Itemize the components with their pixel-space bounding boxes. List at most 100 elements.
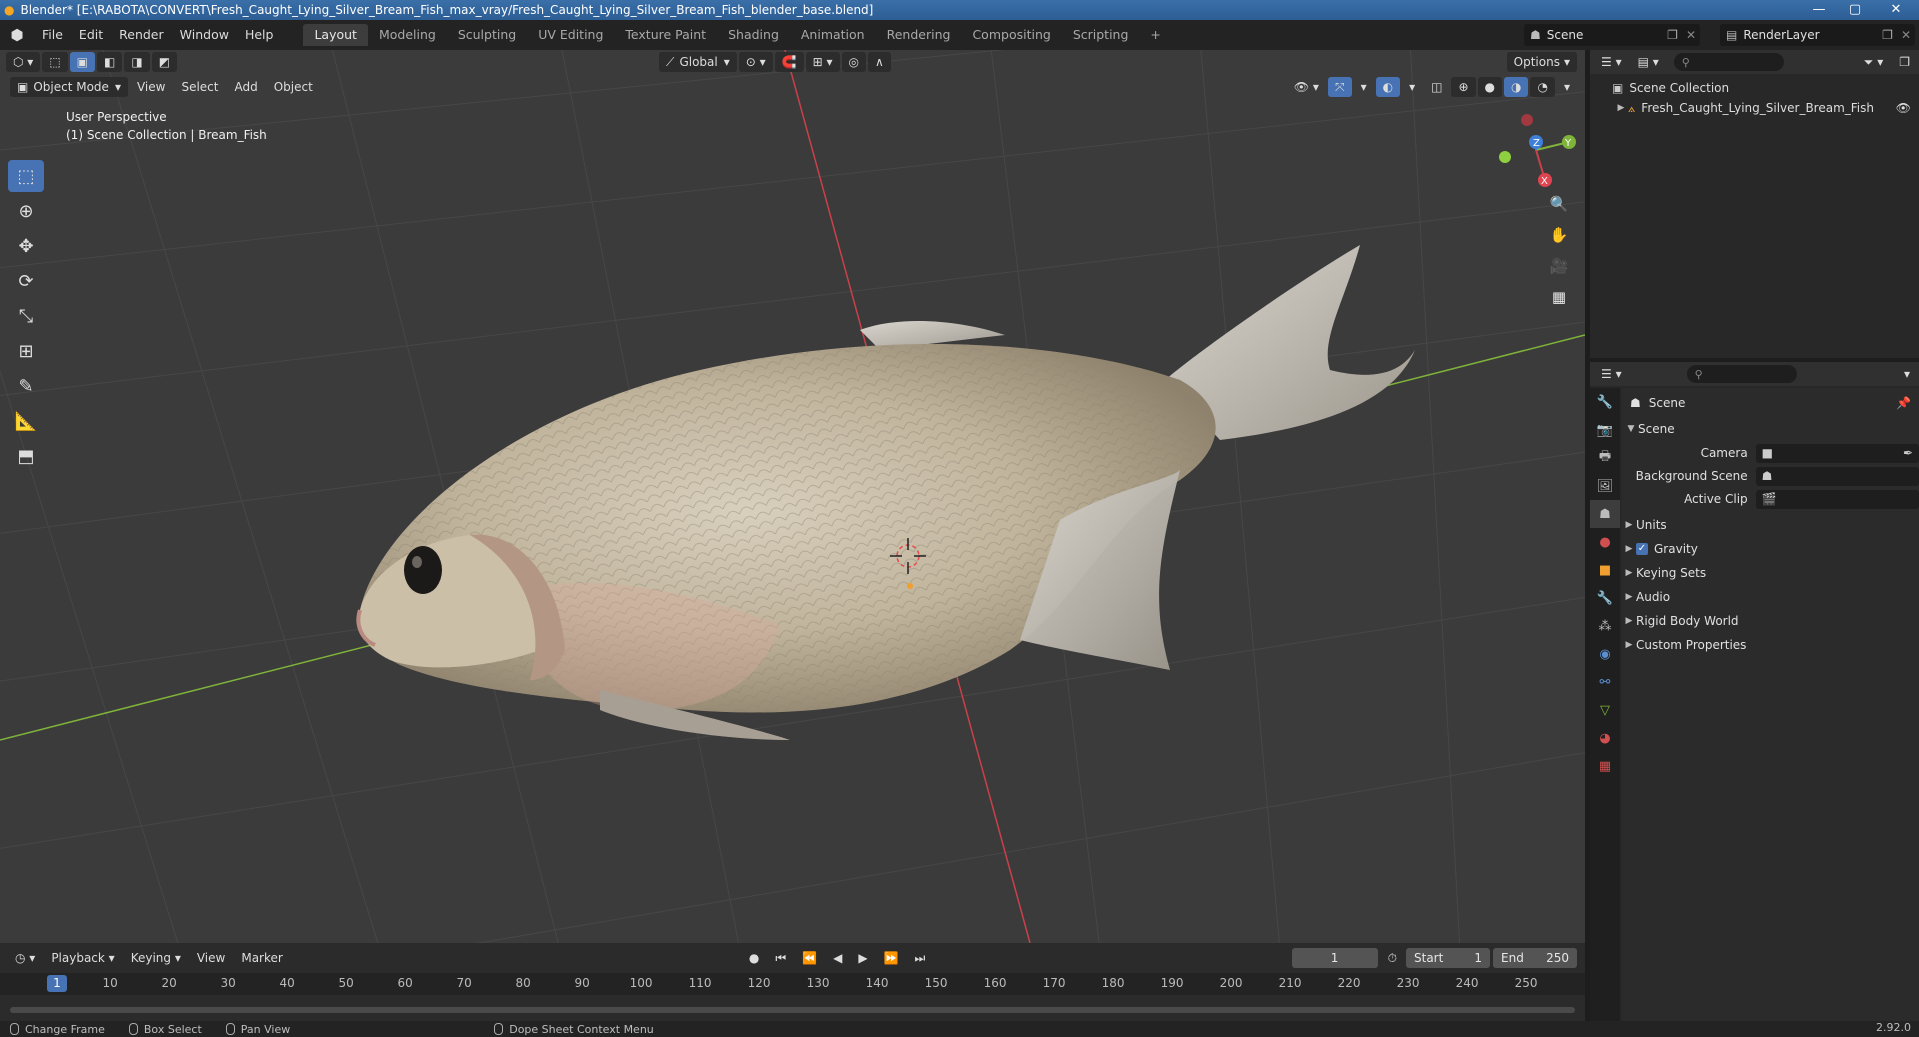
- menu-keying[interactable]: Keying ▾: [124, 948, 188, 968]
- gravity-panel-header[interactable]: ▶ ✓ Gravity: [1622, 538, 1919, 560]
- select-tool-icon[interactable]: ⬚: [42, 52, 68, 72]
- visibility-icon[interactable]: 👁 ▾: [1287, 77, 1326, 97]
- scene-selector[interactable]: ☗ Scene ❐ ✕: [1524, 24, 1700, 46]
- select-mode-new-icon[interactable]: ▣: [69, 52, 96, 72]
- falloff-icon[interactable]: ∧: [868, 52, 891, 72]
- jump-start-icon[interactable]: ⏮: [768, 948, 793, 968]
- outliner-object-row[interactable]: ▶ ⟑ Fresh_Caught_Lying_Silver_Bream_Fish…: [1590, 98, 1919, 118]
- scene-panel-header[interactable]: ▼ Scene: [1622, 418, 1919, 440]
- tab-modeling[interactable]: Modeling: [368, 24, 447, 46]
- shading-wireframe-icon[interactable]: ⊕: [1451, 77, 1476, 97]
- close-button[interactable]: ✕: [1873, 0, 1919, 20]
- menu-window[interactable]: Window: [172, 20, 237, 50]
- tab-scripting[interactable]: Scripting: [1062, 24, 1140, 46]
- tab-sculpting[interactable]: Sculpting: [447, 24, 527, 46]
- properties-editor-icon[interactable]: ☰ ▾: [1594, 364, 1629, 384]
- menu-select[interactable]: Select: [174, 77, 225, 97]
- properties-options-icon[interactable]: ▾: [1897, 364, 1917, 384]
- expand-arrow-icon[interactable]: ▶: [1622, 640, 1636, 650]
- 3d-viewport[interactable]: Z Y X ⬡ ▾ ⬚ ▣ ◧ ◨ ◩ ⟋ Global ▾ ⊙ ▾ 🧲 ⊞ ▾…: [0, 50, 1585, 943]
- xray-toggle-icon[interactable]: ◫: [1424, 77, 1449, 97]
- fish-model[interactable]: [356, 245, 1415, 740]
- overlay-dropdown[interactable]: ▾: [1402, 77, 1422, 97]
- options-dropdown[interactable]: Options ▾: [1506, 52, 1577, 72]
- add-cube-tool-icon[interactable]: ⬒: [8, 440, 44, 472]
- play-icon[interactable]: ▶: [851, 948, 874, 968]
- particles-tab-icon[interactable]: ⁂: [1590, 612, 1620, 640]
- annotate-tool-icon[interactable]: ✎: [8, 370, 44, 402]
- move-tool-icon[interactable]: ✥: [8, 230, 44, 262]
- camera-view-icon[interactable]: 🎥: [1545, 252, 1573, 280]
- menu-file[interactable]: File: [34, 20, 71, 50]
- menu-render[interactable]: Render: [111, 20, 172, 50]
- end-frame-field[interactable]: End 250: [1493, 948, 1577, 968]
- menu-view[interactable]: View: [190, 948, 232, 968]
- render-layer-selector[interactable]: ▤ RenderLayer ❐ ✕: [1720, 24, 1915, 46]
- editor-type-icon[interactable]: ⬡ ▾: [6, 52, 41, 72]
- overlay-toggle-icon[interactable]: ◐: [1375, 77, 1401, 97]
- collapse-arrow-icon[interactable]: ▼: [1624, 424, 1638, 434]
- units-panel-header[interactable]: ▶ Units: [1622, 514, 1919, 536]
- menu-add[interactable]: Add: [227, 77, 264, 97]
- outliner-editor-icon[interactable]: ☰ ▾: [1594, 52, 1629, 72]
- current-frame-marker[interactable]: 1: [47, 975, 67, 992]
- texture-tab-icon[interactable]: ▦: [1590, 752, 1620, 780]
- select-box-tool-icon[interactable]: ⬚: [8, 160, 44, 192]
- shading-material-icon[interactable]: ◑: [1504, 77, 1529, 97]
- tab-rendering[interactable]: Rendering: [876, 24, 962, 46]
- background-scene-field[interactable]: ☗: [1755, 466, 1919, 486]
- expand-arrow-icon[interactable]: ▶: [1622, 616, 1636, 626]
- jump-end-icon[interactable]: ⏭: [908, 948, 933, 968]
- gravity-checkbox[interactable]: ✓: [1636, 543, 1648, 555]
- jump-keyframe-forward-icon[interactable]: ⏩: [877, 948, 906, 968]
- eyedropper-icon[interactable]: ✒: [1903, 446, 1913, 460]
- expand-arrow-icon[interactable]: ▶: [1622, 592, 1636, 602]
- add-workspace-button[interactable]: +: [1139, 24, 1171, 46]
- transform-tool-icon[interactable]: ⊞: [8, 335, 44, 367]
- tab-animation[interactable]: Animation: [790, 24, 876, 46]
- view-layer-tab-icon[interactable]: 🖼: [1590, 472, 1620, 500]
- perspective-grid-icon[interactable]: ▦: [1545, 283, 1573, 311]
- physics-tab-icon[interactable]: ◉: [1590, 640, 1620, 668]
- camera-field[interactable]: ■ ✒: [1755, 443, 1919, 463]
- audio-panel-header[interactable]: ▶ Audio: [1622, 586, 1919, 608]
- scene-tab-icon[interactable]: ☗: [1590, 500, 1620, 528]
- tab-uv-editing[interactable]: UV Editing: [527, 24, 614, 46]
- tab-compositing[interactable]: Compositing: [961, 24, 1061, 46]
- expand-arrow-icon[interactable]: ▶: [1614, 103, 1628, 113]
- new-collection-icon[interactable]: ❐: [1892, 52, 1917, 72]
- proportional-edit-icon[interactable]: ◎: [841, 52, 867, 72]
- display-mode-icon[interactable]: ▤ ▾: [1631, 52, 1666, 72]
- shading-rendered-icon[interactable]: ◔: [1530, 77, 1555, 97]
- timeline-scrollbar[interactable]: [10, 1007, 1575, 1013]
- start-frame-field[interactable]: Start 1: [1406, 948, 1490, 968]
- close-icon[interactable]: ✕: [1682, 28, 1700, 42]
- maximize-button[interactable]: ▢: [1837, 0, 1873, 20]
- menu-marker[interactable]: Marker: [234, 948, 289, 968]
- transform-orientation-dropdown[interactable]: ⟋ Global ▾: [659, 52, 737, 72]
- constraints-tab-icon[interactable]: ⚯: [1590, 668, 1620, 696]
- menu-view[interactable]: View: [130, 77, 172, 97]
- tab-layout[interactable]: Layout: [303, 24, 368, 46]
- blender-logo-icon[interactable]: ⬢: [0, 26, 34, 44]
- stopwatch-icon[interactable]: ⏱: [1381, 948, 1404, 968]
- pin-icon[interactable]: 📌: [1896, 396, 1911, 410]
- record-icon[interactable]: ●: [742, 948, 766, 968]
- frame-ruler[interactable]: 1 10 20 30 40 50 60 70 80 90 100 110 120 130 140 150 16…: [0, 973, 1585, 995]
- rotate-tool-icon[interactable]: ⟳: [8, 265, 44, 297]
- current-frame-field[interactable]: 1: [1291, 948, 1378, 968]
- outliner-scene-collection[interactable]: ▣ Scene Collection: [1590, 78, 1919, 98]
- play-reverse-icon[interactable]: ◀: [826, 948, 849, 968]
- expand-arrow-icon[interactable]: ▶: [1622, 568, 1636, 578]
- copy-icon[interactable]: ❐: [1878, 28, 1897, 42]
- menu-playback[interactable]: Playback ▾: [44, 948, 121, 968]
- pivot-point-dropdown[interactable]: ⊙ ▾: [738, 52, 773, 72]
- zoom-icon[interactable]: 🔍: [1545, 190, 1573, 218]
- filter-icon[interactable]: ⏷ ▾: [1857, 52, 1890, 72]
- keying-sets-panel-header[interactable]: ▶ Keying Sets: [1622, 562, 1919, 584]
- select-mode-subtract-icon[interactable]: ◨: [124, 52, 150, 72]
- timeline[interactable]: ◷ ▾ Playback ▾ Keying ▾ View Marker ● ⏮ …: [0, 943, 1585, 1021]
- outliner-search-input[interactable]: ⚲: [1673, 53, 1784, 71]
- close-icon[interactable]: ✕: [1897, 28, 1915, 42]
- modifier-tab-icon[interactable]: 🔧: [1590, 584, 1620, 612]
